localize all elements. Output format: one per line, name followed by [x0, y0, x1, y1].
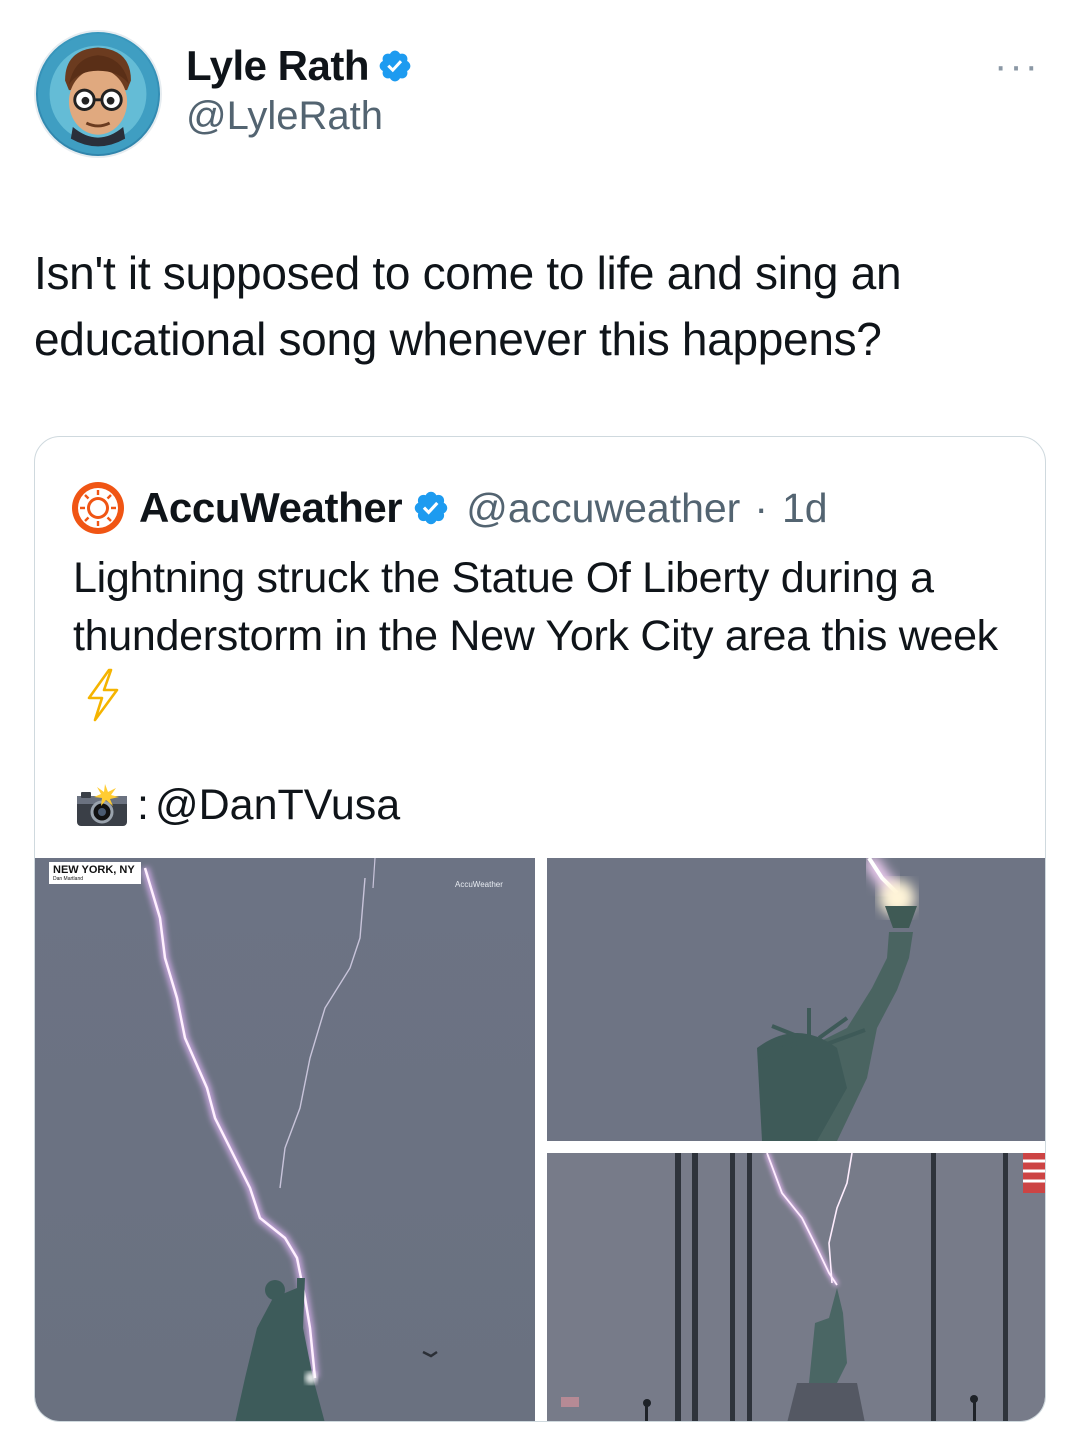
lightning-emoji-icon — [83, 668, 123, 722]
separator-dot: · — [754, 484, 768, 531]
quoted-tweet[interactable]: AccuWeather @accuweather · 1d Lightning … — [34, 436, 1046, 1422]
credit-handle[interactable]: @DanTVusa — [155, 781, 400, 830]
quoted-tweet-text-block: Lightning struck the Statue Of Liberty d… — [73, 549, 1013, 723]
photo-credit: : @DanTVusa — [73, 781, 400, 830]
accuweather-logo[interactable] — [71, 481, 125, 535]
more-icon[interactable]: ··· — [994, 46, 1040, 86]
tweet-author: Lyle Rath @LyleRath — [186, 42, 413, 139]
media-overlay-location: NEW YORK, NY Dan Martland — [49, 862, 141, 884]
quoted-tweet-text: Lightning struck the Statue Of Liberty d… — [73, 554, 998, 660]
tweet-text: Isn't it supposed to come to life and si… — [34, 247, 902, 365]
verified-badge-icon — [412, 489, 450, 527]
photo-flagpoles[interactable] — [547, 1153, 1045, 1421]
media-overlay-brand: AccuWeather — [455, 880, 503, 889]
photo-lightning-wide[interactable]: NEW YORK, NY Dan Martland AccuWeather — [35, 858, 535, 1421]
quoted-author-handle[interactable]: @accuweather — [466, 485, 740, 532]
quoted-author-name[interactable]: AccuWeather — [139, 484, 403, 532]
author-name[interactable]: Lyle Rath — [186, 42, 369, 90]
camera-flash-icon — [73, 782, 131, 830]
quoted-tweet-header: AccuWeather @accuweather · 1d — [71, 481, 828, 535]
avatar-illustration — [37, 33, 159, 155]
photo-torch-closeup[interactable] — [547, 858, 1045, 1141]
author-avatar[interactable] — [34, 30, 162, 158]
verified-badge-icon — [377, 48, 413, 84]
media-grid: NEW YORK, NY Dan Martland AccuWeather — [35, 858, 1045, 1421]
credit-separator: : — [137, 781, 149, 829]
author-handle[interactable]: @LyleRath — [186, 94, 413, 139]
quoted-timestamp[interactable]: 1d — [782, 485, 828, 532]
